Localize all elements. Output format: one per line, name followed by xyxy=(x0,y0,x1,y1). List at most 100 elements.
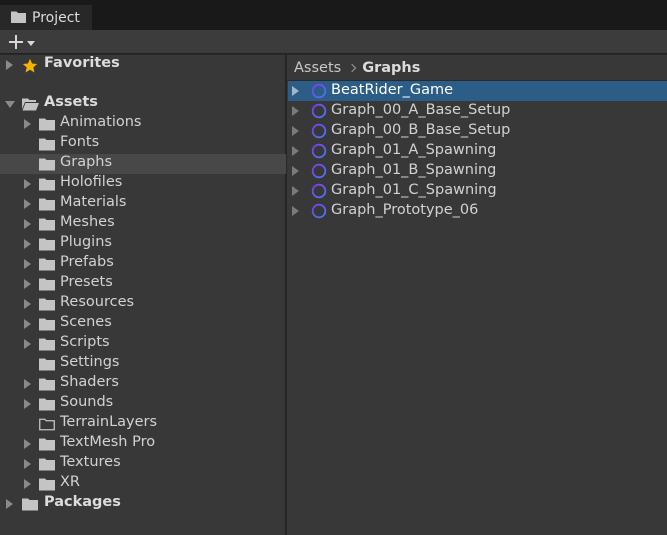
asset-item[interactable]: BeatRider_Game xyxy=(288,81,667,101)
foldout-closed-icon[interactable] xyxy=(292,86,299,96)
asset-item[interactable]: Graph_01_A_Spawning xyxy=(288,141,667,161)
foldout-closed-icon[interactable] xyxy=(24,399,31,409)
tree-item-favorites[interactable]: Favorites xyxy=(0,55,286,75)
folder-icon xyxy=(39,337,55,353)
tree-item-xr[interactable]: XR xyxy=(0,474,286,494)
tree-item-animations[interactable]: Animations xyxy=(0,114,286,134)
create-button[interactable] xyxy=(6,32,40,52)
tree-item-materials[interactable]: Materials xyxy=(0,194,286,214)
folder-icon xyxy=(39,177,55,193)
folder-icon xyxy=(39,477,55,493)
foldout-closed-icon[interactable] xyxy=(24,319,31,329)
tree-item-label: Scenes xyxy=(60,314,112,330)
foldout-closed-icon[interactable] xyxy=(24,279,31,289)
foldout-closed-icon[interactable] xyxy=(24,439,31,449)
tree-item-textmesh-pro[interactable]: TextMesh Pro xyxy=(0,434,286,454)
foldout-closed-icon[interactable] xyxy=(24,199,31,209)
foldout-closed-icon[interactable] xyxy=(24,339,31,349)
foldout-closed-icon[interactable] xyxy=(292,146,299,156)
tree-item-label: Sounds xyxy=(60,394,114,410)
tree-item-fonts[interactable]: Fonts xyxy=(0,134,286,154)
tree-item-prefabs[interactable]: Prefabs xyxy=(0,254,286,274)
tree-item-textures[interactable]: Textures xyxy=(0,454,286,474)
tree-item-label: Holofiles xyxy=(60,174,123,190)
tree-item-shaders[interactable]: Shaders xyxy=(0,374,286,394)
empty-folder-icon xyxy=(39,417,55,433)
chevron-down-icon xyxy=(27,40,35,46)
assets-panel: Assets Graphs BeatRider_Game Graph_00_A_B… xyxy=(287,55,667,535)
folder-icon xyxy=(39,117,55,133)
graph-asset-icon xyxy=(311,123,327,139)
folder-tree[interactable]: Favorites Assets Animations Fonts Graphs Holo… xyxy=(0,55,286,535)
tree-item-meshes[interactable]: Meshes xyxy=(0,214,286,234)
tree-item-label: Textures xyxy=(60,454,121,470)
foldout-closed-icon[interactable] xyxy=(292,126,299,136)
tree-item-presets[interactable]: Presets xyxy=(0,274,286,294)
folder-icon xyxy=(39,437,55,453)
tree-item-label: Favorites xyxy=(44,55,120,71)
asset-item[interactable]: Graph_01_B_Spawning xyxy=(288,161,667,181)
tree-item-label: Materials xyxy=(60,194,127,210)
tab-project[interactable]: Project xyxy=(0,5,92,30)
tree-item-scripts[interactable]: Scripts xyxy=(0,334,286,354)
foldout-closed-icon[interactable] xyxy=(24,259,31,269)
foldout-closed-icon[interactable] xyxy=(24,119,31,129)
tree-item-label: XR xyxy=(60,474,81,490)
foldout-closed-icon[interactable] xyxy=(292,106,299,116)
foldout-closed-icon[interactable] xyxy=(292,166,299,176)
folder-icon xyxy=(39,457,55,473)
foldout-closed-icon[interactable] xyxy=(6,60,13,70)
foldout-closed-icon[interactable] xyxy=(24,179,31,189)
tree-item-label: Assets xyxy=(44,94,98,110)
tree-item-scenes[interactable]: Scenes xyxy=(0,314,286,334)
asset-item[interactable]: Graph_Prototype_06 xyxy=(288,201,667,221)
folder-icon xyxy=(39,317,55,333)
foldout-closed-icon[interactable] xyxy=(24,379,31,389)
tree-item-sounds[interactable]: Sounds xyxy=(0,394,286,414)
tree-item-label: Scripts xyxy=(60,334,110,350)
tree-item-holofiles[interactable]: Holofiles xyxy=(0,174,286,194)
tree-item-label: Graphs xyxy=(60,154,113,170)
star-icon xyxy=(22,58,38,74)
foldout-closed-icon[interactable] xyxy=(292,206,299,216)
project-window: Project Favorites Assets Animations Fonts Gr… xyxy=(0,0,667,535)
asset-item-label: Graph_01_C_Spawning xyxy=(331,182,497,198)
tree-item-terrainlayers[interactable]: TerrainLayers xyxy=(0,414,286,434)
tree-item-settings[interactable]: Settings xyxy=(0,354,286,374)
foldout-closed-icon[interactable] xyxy=(24,459,31,469)
folder-icon xyxy=(39,157,55,173)
foldout-closed-icon[interactable] xyxy=(6,499,13,509)
foldout-closed-icon[interactable] xyxy=(292,186,299,196)
breadcrumb-current[interactable]: Graphs xyxy=(362,60,420,76)
tree-item-label: TerrainLayers xyxy=(60,414,158,430)
folder-icon xyxy=(39,237,55,253)
tree-item-graphs[interactable]: Graphs xyxy=(0,154,286,174)
breadcrumb-root[interactable]: Assets xyxy=(294,60,341,76)
foldout-closed-icon[interactable] xyxy=(24,219,31,229)
plus-icon xyxy=(9,35,23,49)
asset-item[interactable]: Graph_01_C_Spawning xyxy=(288,181,667,201)
foldout-closed-icon[interactable] xyxy=(24,239,31,249)
graph-asset-icon xyxy=(311,203,327,219)
graph-asset-icon xyxy=(311,183,327,199)
tree-item-resources[interactable]: Resources xyxy=(0,294,286,314)
asset-item[interactable]: Graph_00_A_Base_Setup xyxy=(288,101,667,121)
tree-item-assets[interactable]: Assets xyxy=(0,94,286,114)
asset-item-label: Graph_00_B_Base_Setup xyxy=(331,122,511,138)
graph-asset-icon xyxy=(311,83,327,99)
tree-item-packages[interactable]: Packages xyxy=(0,494,286,514)
foldout-closed-icon[interactable] xyxy=(24,479,31,489)
folder-icon xyxy=(39,197,55,213)
foldout-closed-icon[interactable] xyxy=(24,299,31,309)
tree-item-label: Meshes xyxy=(60,214,115,230)
tree-item-label: Plugins xyxy=(60,234,112,250)
tree-item-plugins[interactable]: Plugins xyxy=(0,234,286,254)
folder-icon xyxy=(39,297,55,313)
tree-item-label: Settings xyxy=(60,354,120,370)
folder-icon xyxy=(22,497,38,513)
tree-item-label: Shaders xyxy=(60,374,119,390)
foldout-open-icon[interactable] xyxy=(5,101,15,108)
tree-item-label: Animations xyxy=(60,114,142,130)
asset-item[interactable]: Graph_00_B_Base_Setup xyxy=(288,121,667,141)
folder-icon xyxy=(39,257,55,273)
